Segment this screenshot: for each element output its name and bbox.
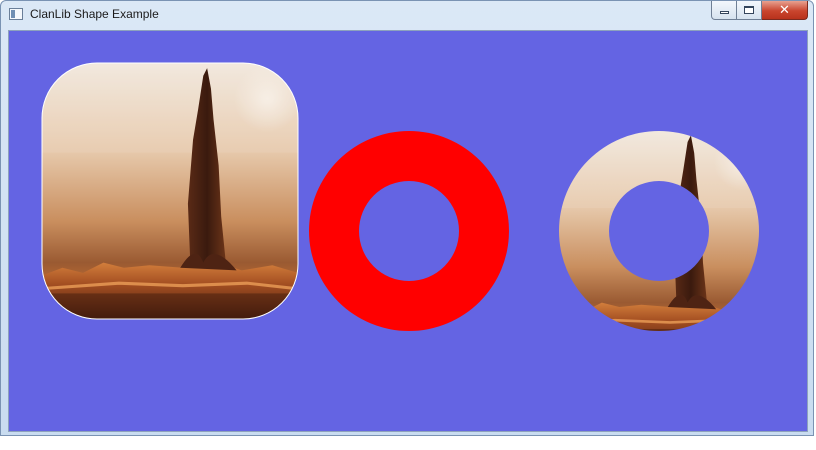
app-window-icon[interactable] bbox=[9, 8, 23, 20]
minimize-button[interactable] bbox=[711, 1, 737, 20]
rounded-rect-textured-shape bbox=[41, 62, 299, 320]
title-bar[interactable]: ClanLib Shape Example ✕ bbox=[1, 1, 813, 29]
close-icon: ✕ bbox=[779, 2, 790, 18]
minimize-icon bbox=[719, 11, 729, 14]
window-controls: ✕ bbox=[711, 1, 808, 21]
canvas-area bbox=[8, 30, 808, 432]
maximize-icon bbox=[744, 6, 754, 14]
maximize-button[interactable] bbox=[737, 1, 762, 20]
shape-canvas bbox=[41, 62, 759, 331]
red-ring-shape bbox=[309, 131, 509, 331]
textured-ring-shape bbox=[559, 131, 759, 331]
window-title: ClanLib Shape Example bbox=[30, 7, 159, 21]
close-button[interactable]: ✕ bbox=[762, 1, 808, 20]
app-window: ClanLib Shape Example ✕ bbox=[0, 0, 814, 436]
